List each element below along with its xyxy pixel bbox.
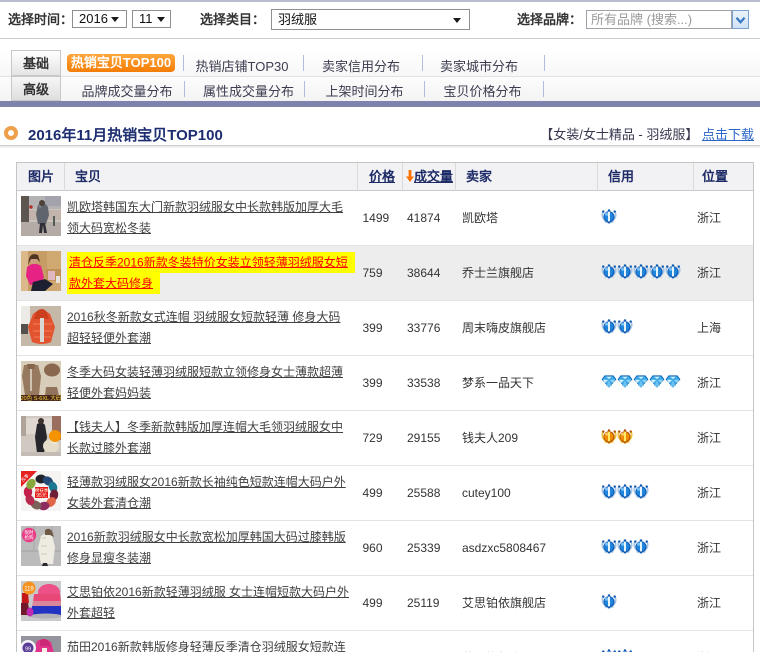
svg-text:99: 99 xyxy=(25,646,31,652)
svg-text:119: 119 xyxy=(24,586,34,592)
svg-text:抢购: 抢购 xyxy=(25,534,34,541)
svg-text:20色 S-6XL 大码: 20色 S-6XL 大码 xyxy=(21,394,61,401)
svg-text:95元: 95元 xyxy=(36,493,47,499)
